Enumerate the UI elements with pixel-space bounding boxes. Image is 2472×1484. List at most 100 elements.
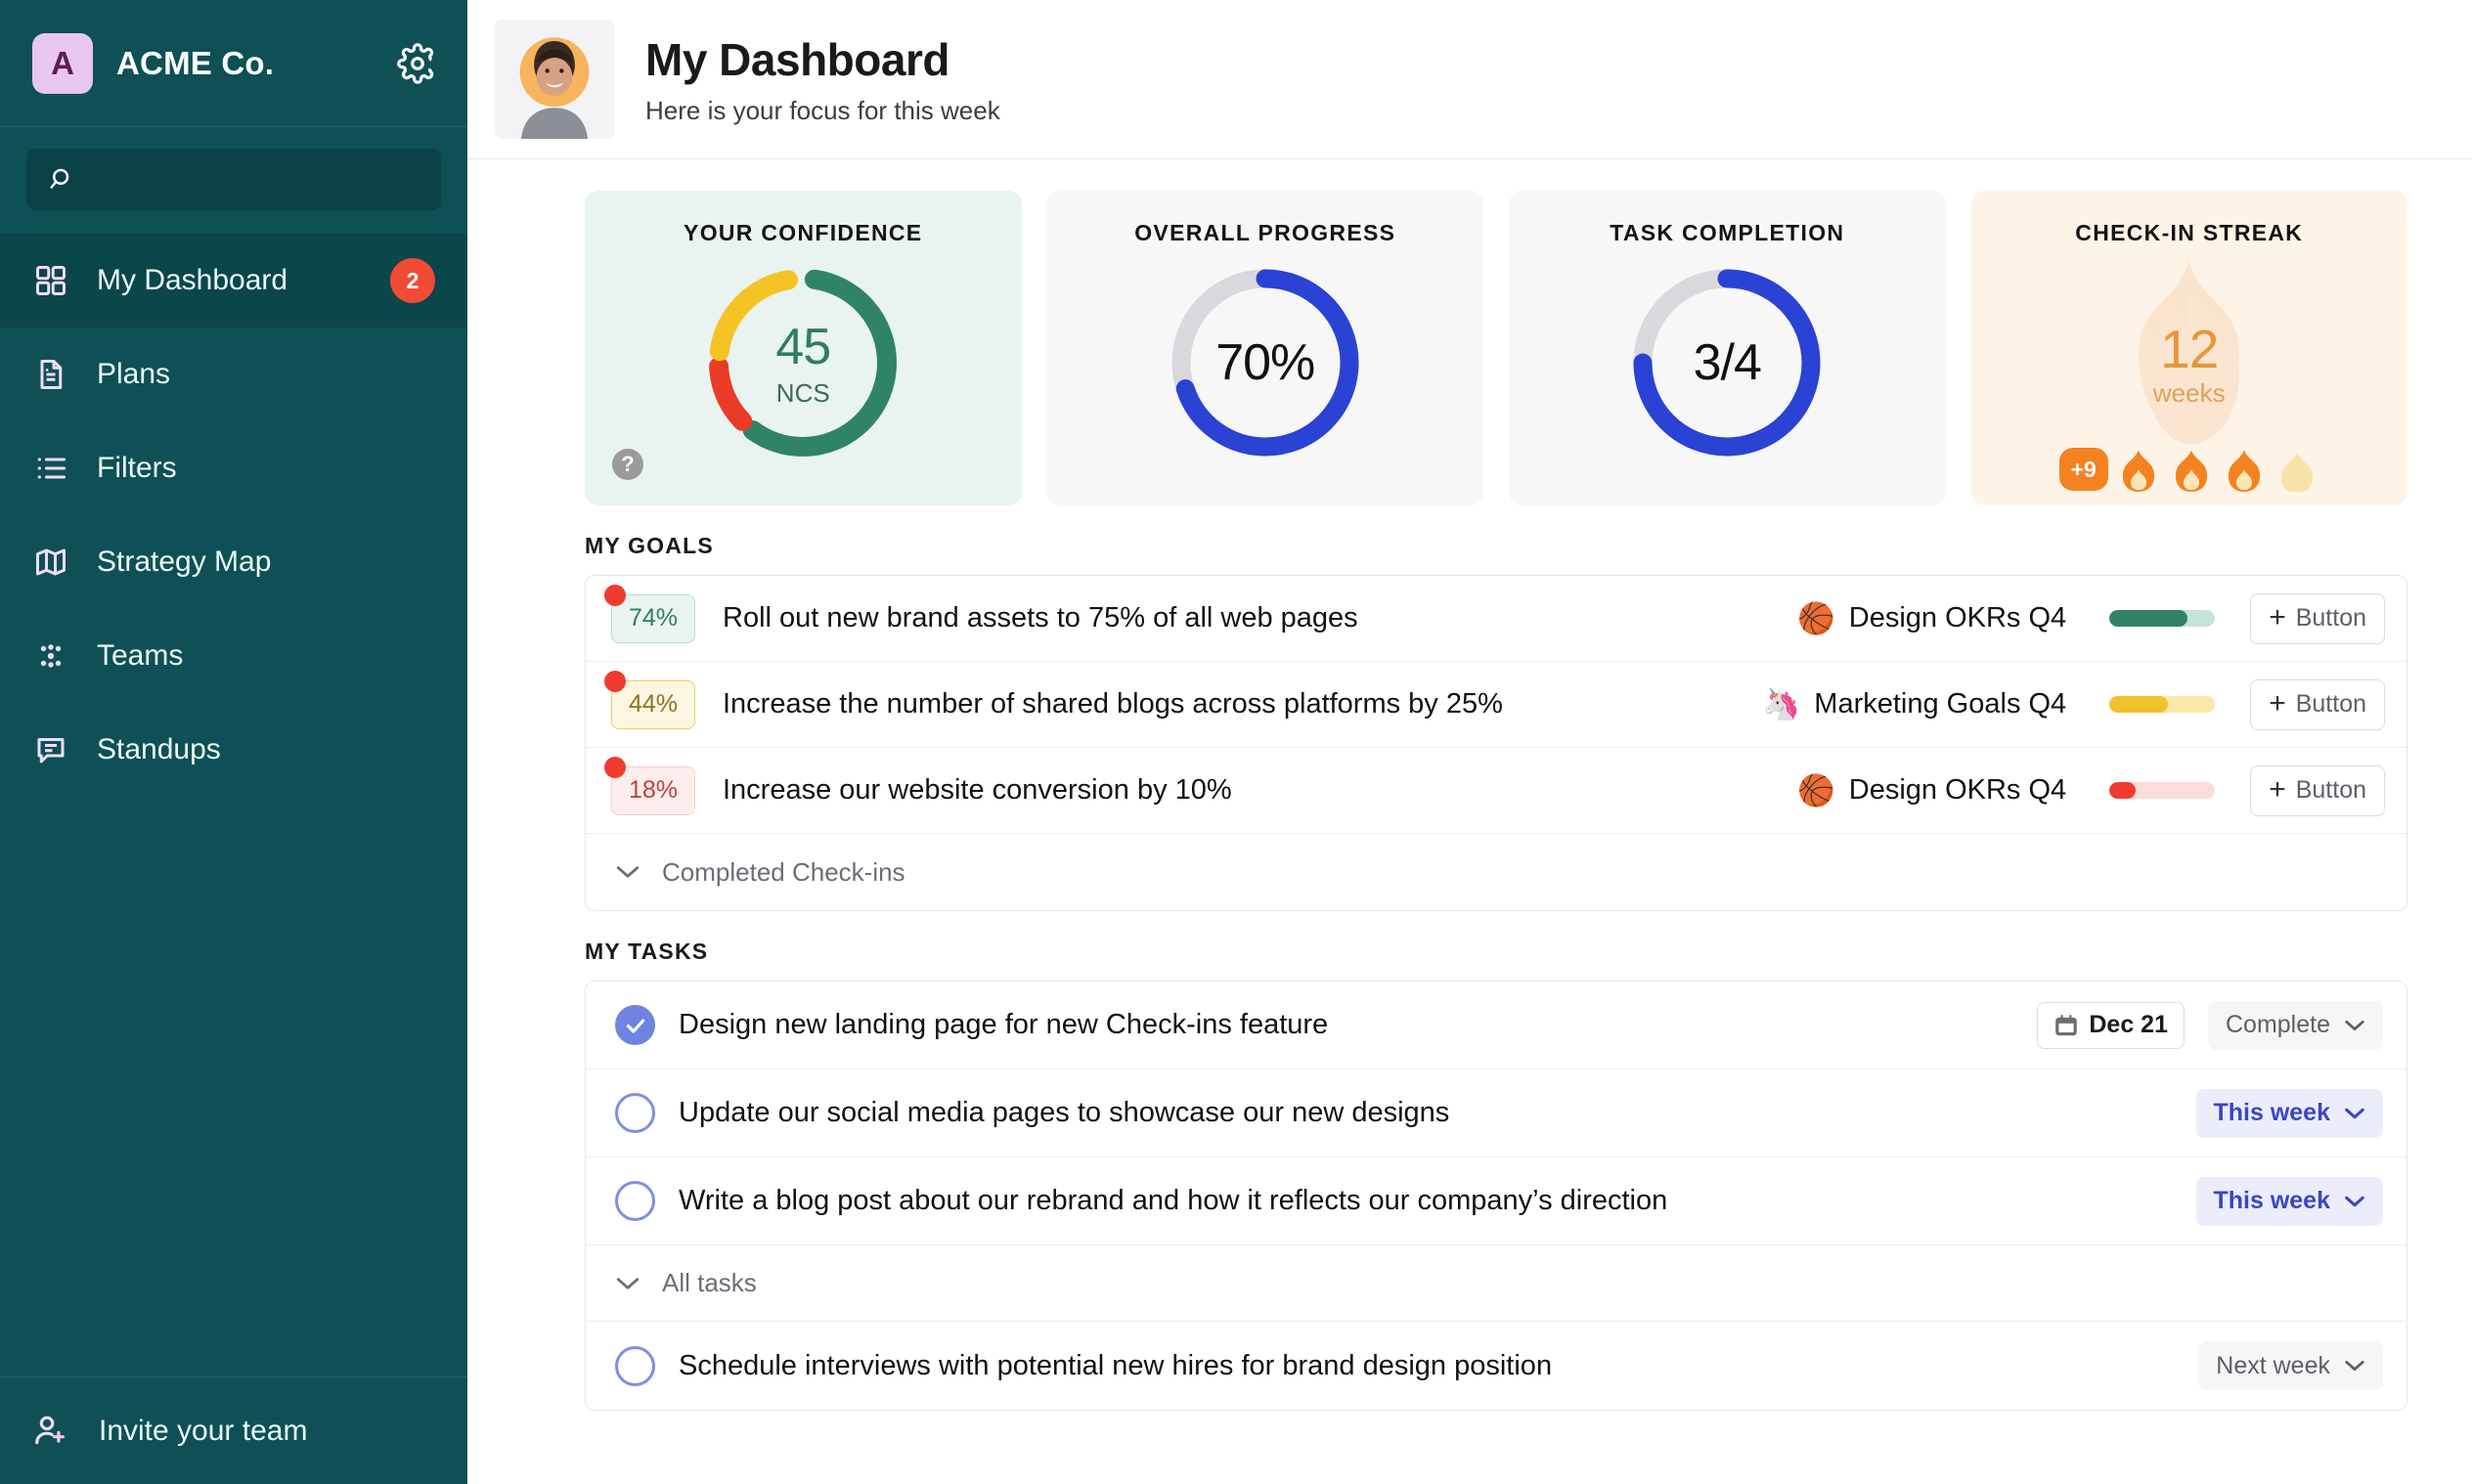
task-checkbox-unchecked[interactable]: [615, 1181, 655, 1221]
goal-progress-badge-wrap: 44%: [611, 680, 695, 729]
task-checkbox-checked[interactable]: [615, 1005, 655, 1045]
goal-row[interactable]: 74% Roll out new brand assets to 75% of …: [586, 576, 2406, 662]
sidebar-item-label: Strategy Map: [97, 546, 435, 579]
goal-add-button[interactable]: + Button: [2250, 679, 2385, 730]
unicorn-icon: 🦄: [1763, 689, 1801, 720]
goal-plan[interactable]: 🦄 Marketing Goals Q4: [1763, 688, 2067, 720]
streak-flames-row: +9: [2059, 447, 2319, 492]
flame-icon: [2222, 447, 2267, 492]
task-row[interactable]: Schedule interviews with potential new h…: [586, 1322, 2406, 1410]
goal-add-button[interactable]: + Button: [2250, 593, 2385, 644]
goal-progress-badge-wrap: 18%: [611, 766, 695, 815]
sidebar: A ACME Co.: [0, 0, 467, 1484]
goal-progress-badge-wrap: 74%: [611, 594, 695, 643]
goal-progress-fill: [2109, 610, 2187, 627]
unread-dot-icon: [604, 585, 626, 606]
section-label-goals: MY GOALS: [585, 533, 2407, 559]
avatar-image: [495, 20, 614, 139]
stat-cards: YOUR CONFIDENCE 45 NCS ?: [585, 191, 2407, 505]
page-subtitle: Here is your focus for this week: [645, 96, 1000, 126]
goal-title: Increase the number of shared blogs acro…: [723, 688, 1745, 720]
unread-dot-icon: [604, 671, 626, 692]
task-checkbox-unchecked[interactable]: [615, 1346, 655, 1386]
search-input[interactable]: [91, 164, 419, 195]
chevron-down-icon: [2344, 1359, 2365, 1373]
gear-icon[interactable]: [397, 43, 438, 84]
invite-team-label: Invite your team: [99, 1415, 307, 1448]
org-name: ACME Co.: [116, 45, 374, 82]
stat-card-overall-progress: OVERALL PROGRESS 70%: [1047, 191, 1484, 505]
goal-row[interactable]: 44% Increase the number of shared blogs …: [586, 662, 2406, 748]
sidebar-item-label: Teams: [97, 639, 435, 673]
unread-dot-icon: [604, 757, 626, 778]
card-title: YOUR CONFIDENCE: [684, 220, 922, 246]
task-due-date-chip[interactable]: Dec 21: [2037, 1002, 2185, 1049]
streak-value-group: 12 weeks: [2084, 252, 2294, 453]
task-row[interactable]: Write a blog post about our rebrand and …: [586, 1157, 2406, 1245]
task-completion-value: 3/4: [1694, 333, 1761, 392]
list-icon: [32, 450, 69, 487]
goal-add-button-label: Button: [2296, 690, 2366, 719]
sidebar-item-label: Standups: [97, 733, 435, 766]
goal-plan[interactable]: 🏀 Design OKRs Q4: [1797, 602, 2066, 634]
task-title: Schedule interviews with potential new h…: [679, 1350, 2175, 1382]
completed-checkins-expander[interactable]: Completed Check-ins: [586, 834, 2406, 910]
teams-dots-icon: [32, 637, 69, 675]
sidebar-item-label: Filters: [97, 452, 435, 485]
header-text-block: My Dashboard Here is your focus for this…: [645, 33, 1000, 126]
confidence-unit: NCS: [776, 378, 830, 409]
sidebar-item-plans[interactable]: Plans: [0, 327, 467, 421]
confidence-gauge: 45 NCS: [700, 260, 905, 465]
task-status-label: This week: [2214, 1187, 2331, 1215]
sidebar-item-teams[interactable]: Teams: [0, 609, 467, 703]
stat-card-check-in-streak: CHECK-IN STREAK 12 weeks +9: [1971, 191, 2408, 505]
goal-progress-fill: [2109, 782, 2136, 799]
sidebar-item-my-dashboard[interactable]: My Dashboard 2: [0, 234, 467, 327]
task-checkbox-unchecked[interactable]: [615, 1093, 655, 1133]
sidebar-item-label: Plans: [97, 358, 435, 391]
task-title: Update our social media pages to showcas…: [679, 1097, 2173, 1129]
task-status-select[interactable]: This week: [2196, 1089, 2384, 1138]
goal-title: Roll out new brand assets to 75% of all …: [723, 602, 1780, 634]
gauge-value-group: 45 NCS: [700, 260, 905, 465]
sidebar-item-strategy-map[interactable]: Strategy Map: [0, 515, 467, 609]
task-status-select[interactable]: This week: [2196, 1177, 2384, 1226]
grid-icon: [32, 262, 69, 299]
goal-progress-fill: [2109, 696, 2167, 713]
goal-row[interactable]: 18% Increase our website conversion by 1…: [586, 748, 2406, 834]
card-title: TASK COMPLETION: [1610, 220, 1844, 246]
expander-label: Completed Check-ins: [662, 857, 905, 888]
plus-icon: +: [2269, 689, 2286, 719]
invite-team-button[interactable]: Invite your team: [0, 1376, 467, 1484]
help-icon[interactable]: ?: [612, 449, 643, 480]
all-tasks-expander[interactable]: All tasks: [586, 1245, 2406, 1322]
task-status-select[interactable]: Complete: [2208, 1001, 2383, 1050]
calendar-icon: [2053, 1013, 2079, 1038]
chevron-down-icon: [2344, 1019, 2365, 1032]
basketball-icon: 🏀: [1797, 775, 1835, 806]
user-plus-icon: [32, 1412, 71, 1451]
card-title: OVERALL PROGRESS: [1134, 220, 1395, 246]
sidebar-search-wrap: [0, 127, 467, 230]
task-row[interactable]: Design new landing page for new Check-in…: [586, 982, 2406, 1069]
goal-plan[interactable]: 🏀 Design OKRs Q4: [1797, 774, 2066, 807]
task-row[interactable]: Update our social media pages to showcas…: [586, 1069, 2406, 1157]
sidebar-item-filters[interactable]: Filters: [0, 421, 467, 515]
search-box[interactable]: [26, 149, 441, 210]
check-icon: [623, 1013, 648, 1038]
goal-plan-name: Design OKRs Q4: [1849, 602, 2066, 634]
avatar: [495, 20, 614, 139]
task-status-select[interactable]: Next week: [2198, 1341, 2383, 1390]
goal-title: Increase our website conversion by 10%: [723, 774, 1780, 807]
donut-value-group: 3/4: [1624, 260, 1830, 465]
org-logo: A: [32, 33, 93, 94]
streak-value: 12: [2160, 318, 2218, 380]
sidebar-badge-count: 2: [390, 258, 435, 303]
task-completion-donut: 3/4: [1624, 260, 1830, 465]
streak-unit: weeks: [2153, 378, 2226, 409]
sidebar-item-standups[interactable]: Standups: [0, 703, 467, 797]
flame-icon: [2169, 447, 2214, 492]
task-status-label: Next week: [2216, 1352, 2330, 1380]
page-header: My Dashboard Here is your focus for this…: [467, 0, 2472, 159]
goal-add-button[interactable]: + Button: [2250, 765, 2385, 816]
